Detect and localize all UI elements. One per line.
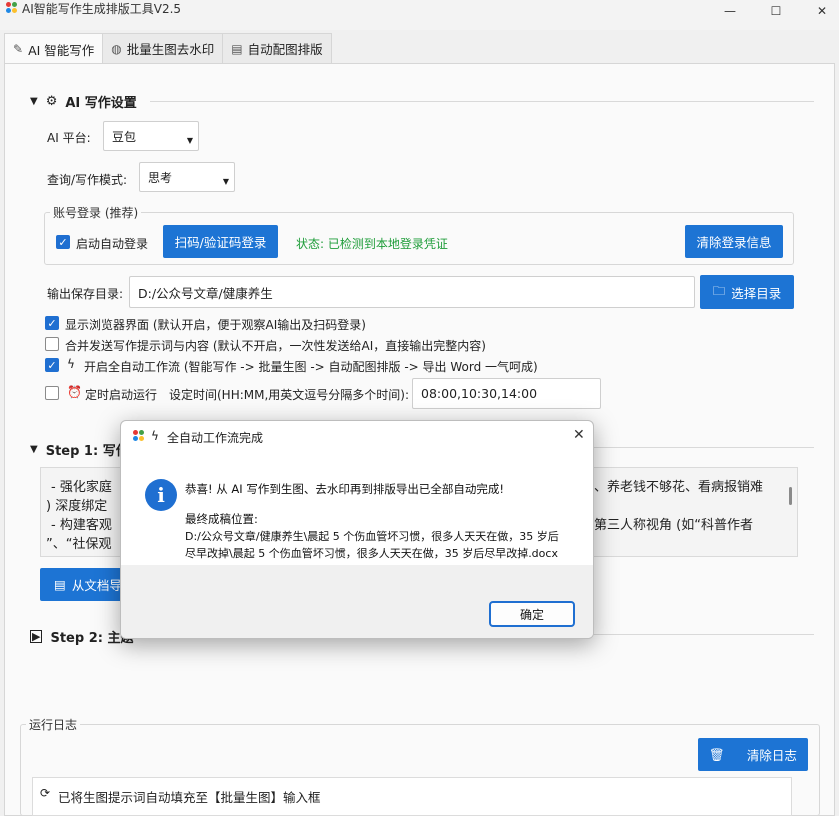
workflow-complete-dialog: ϟ 全自动工作流完成 ✕ i 恭喜! 从 AI 写作到生图、去水印再到排版导出已… (120, 420, 594, 639)
lightning-icon: ϟ (151, 429, 159, 443)
maximize-button[interactable]: ☐ (753, 0, 799, 22)
document-icon: ▤ (54, 577, 66, 592)
workflow-checkbox[interactable]: ✓ (45, 358, 59, 372)
clear-login-button[interactable]: 清除登录信息 (685, 225, 783, 258)
auto-login-label: 启动自动登录 (76, 237, 149, 251)
refresh-icon: ⟳ (40, 786, 51, 800)
tab-batch-images[interactable]: ◍ 批量生图去水印 (102, 33, 224, 63)
window-title: AI智能写作生成排版工具V2.5 (22, 2, 182, 16)
ok-button[interactable]: 确定 (489, 601, 575, 627)
info-icon: i (145, 479, 177, 511)
dialog-path-line: D:/公众号文章/健康养生\晨起 5 个伤血管坏习惯，很多人天天在做，35 岁后 (185, 530, 559, 543)
mode-select[interactable]: 思考 ▼ (139, 162, 235, 192)
step1-text-line: ”、“社保观 (46, 537, 112, 552)
title-bar: AI智能写作生成排版工具V2.5 — ☐ ✕ (0, 0, 839, 30)
workflow-label: 开启全自动工作流 (智能写作 -> 批量生图 -> 自动配图排版 -> 导出 W… (84, 360, 538, 374)
schedule-time-input[interactable]: 08:00,10:30,14:00 (412, 378, 601, 409)
lightning-icon: ϟ (67, 357, 75, 371)
dropdown-arrow-icon: ▼ (222, 177, 229, 186)
app-logo-icon (6, 2, 18, 14)
schedule-time-label: 设定时间(HH:MM,用英文逗号分隔多个时间): (169, 388, 410, 402)
close-button[interactable]: ✕ (799, 0, 839, 22)
folder-icon: 🗀 (712, 282, 726, 298)
auto-login-checkbox[interactable]: ✓ (56, 235, 70, 249)
dialog-close-icon[interactable]: ✕ (573, 427, 585, 443)
minimize-button[interactable]: — (707, 0, 753, 22)
gear-icon: ⚙ (45, 94, 58, 109)
divider (150, 101, 814, 102)
dialog-title-bar: ϟ 全自动工作流完成 ✕ (121, 421, 593, 453)
step1-text-line: ) 深度绑定 (46, 499, 108, 514)
log-entry: 已将生图提示词自动填充至【批量生图】输入框 (58, 790, 321, 805)
document-icon: ▤ (231, 41, 243, 56)
login-group-title: 账号登录 (推荐) (50, 204, 142, 221)
app-logo-icon (133, 430, 145, 442)
settings-header[interactable]: ▼ ⚙ AI 写作设置 (30, 92, 137, 111)
alarm-clock-icon: ⏰ (67, 385, 82, 399)
step2-header[interactable]: ▶ Step 2: 主题 (30, 627, 133, 646)
dialog-path-line: 尽早改掉\晨起 5 个伤血管坏习惯，很多人天天在做，35 岁后尽早改掉.docx (185, 547, 558, 560)
choose-dir-button[interactable]: 🗀 选择目录 (700, 275, 794, 309)
dialog-title: 全自动工作流完成 (167, 431, 264, 445)
step1-text-line: 第三人称视角 (如“科普作者 (594, 518, 753, 533)
dialog-message: 恭喜! 从 AI 写作到生图、去水印再到排版导出已全部自动完成! (185, 482, 504, 496)
scan-login-button[interactable]: 扫码/验证码登录 (163, 225, 278, 258)
schedule-checkbox[interactable] (45, 386, 59, 400)
show-browser-checkbox[interactable]: ✓ (45, 316, 59, 330)
tab-bar: ✎ AI 智能写作 ◍ 批量生图去水印 ▤ 自动配图排版 (4, 33, 332, 64)
platform-select[interactable]: 豆包 ▼ (103, 121, 199, 151)
mode-label: 查询/写作模式: (47, 173, 128, 187)
scrollbar-thumb[interactable] (789, 487, 792, 505)
merge-send-checkbox[interactable] (45, 337, 59, 351)
step1-header[interactable]: ▼ Step 1: 写作 (30, 440, 129, 459)
schedule-label: 定时启动运行 (85, 388, 158, 402)
collapse-triangle-icon: ▼ (30, 96, 38, 107)
step1-text-line: - 强化家庭 (51, 480, 112, 495)
dialog-path-label: 最终成稿位置: (185, 512, 258, 526)
collapse-triangle-icon: ▼ (30, 444, 38, 455)
tab-ai-writing[interactable]: ✎ AI 智能写作 (4, 33, 104, 64)
merge-send-label: 合并发送写作提示词与内容 (默认不开启，一次性发送给AI，直接输出完整内容) (65, 339, 486, 353)
output-dir-label: 输出保存目录: (47, 287, 124, 301)
run-log-title: 运行日志 (26, 716, 81, 733)
show-browser-label: 显示浏览器界面 (默认开启，便于观察AI输出及扫码登录) (65, 318, 366, 332)
dialog-footer: 确定 (121, 565, 593, 638)
clear-log-button[interactable]: 🗑 清除日志 (698, 738, 808, 771)
trash-icon: 🗑 (709, 746, 725, 762)
step1-text-line: 、养老钱不够花、看病报销难 (594, 480, 764, 495)
divider (590, 634, 814, 635)
palette-icon: ◍ (111, 41, 122, 56)
dialog-body: i 恭喜! 从 AI 写作到生图、去水印再到排版导出已全部自动完成! 最终成稿位… (121, 453, 593, 565)
divider (590, 447, 814, 448)
login-status-text: 状态: 已检测到本地登录凭证 (296, 237, 448, 251)
play-triangle-icon: ▶ (30, 630, 43, 643)
output-dir-input[interactable]: D:/公众号文章/健康养生 (129, 276, 695, 308)
tab-auto-layout[interactable]: ▤ 自动配图排版 (222, 33, 332, 63)
pen-icon: ✎ (13, 42, 24, 56)
step1-text-line: - 构建客观 (51, 518, 112, 533)
dropdown-arrow-icon: ▼ (186, 136, 193, 145)
platform-label: AI 平台: (47, 131, 91, 145)
